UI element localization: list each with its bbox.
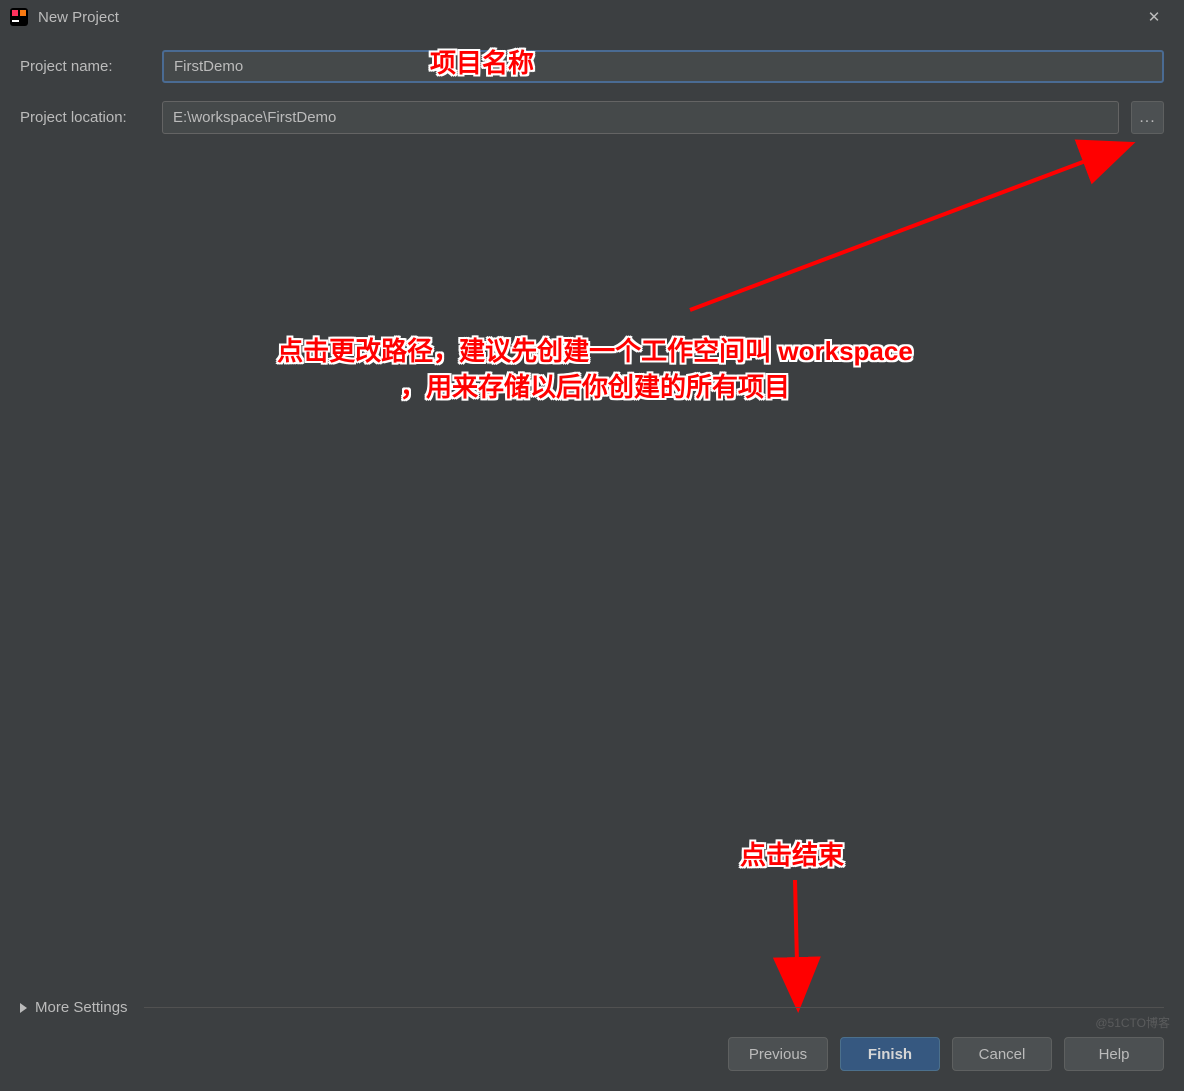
annotation-change-path: 点击更改路径，建议先创建一个工作空间叫 workspace ，用来存储以后你创建…	[185, 333, 1005, 406]
help-button[interactable]: Help	[1064, 1037, 1164, 1071]
project-name-row: Project name:	[20, 50, 1164, 83]
close-button[interactable]: ✕	[1134, 2, 1174, 32]
previous-button-label: Previous	[749, 1046, 807, 1063]
intellij-icon	[10, 8, 28, 26]
project-name-label: Project name:	[20, 58, 150, 75]
window-title: New Project	[38, 9, 119, 26]
finish-button[interactable]: Finish	[840, 1037, 940, 1071]
finish-button-label: Finish	[868, 1046, 912, 1063]
project-name-input[interactable]	[162, 50, 1164, 83]
close-icon: ✕	[1148, 8, 1161, 26]
previous-button[interactable]: Previous	[728, 1037, 828, 1071]
more-settings-label: More Settings	[35, 999, 128, 1016]
cancel-button-label: Cancel	[979, 1046, 1026, 1063]
expand-triangle-icon	[20, 1003, 27, 1013]
help-button-label: Help	[1099, 1046, 1130, 1063]
titlebar: New Project ✕	[0, 0, 1184, 34]
separator-line	[144, 1007, 1164, 1008]
watermark: @51CTO博客	[1095, 1014, 1170, 1031]
more-settings-toggle[interactable]: More Settings	[20, 999, 1164, 1016]
form-area: Project name: Project location: ...	[0, 34, 1184, 134]
browse-button[interactable]: ...	[1131, 101, 1164, 134]
annotation-arrows	[0, 0, 1184, 1091]
cancel-button[interactable]: Cancel	[952, 1037, 1052, 1071]
project-location-input[interactable]	[162, 101, 1119, 134]
project-location-row: Project location: ...	[20, 101, 1164, 134]
annotation-click-finish: 点击结束	[740, 837, 844, 873]
button-bar: Previous Finish Cancel Help	[728, 1037, 1164, 1071]
ellipsis-icon: ...	[1139, 109, 1155, 127]
project-location-label: Project location:	[20, 109, 150, 126]
